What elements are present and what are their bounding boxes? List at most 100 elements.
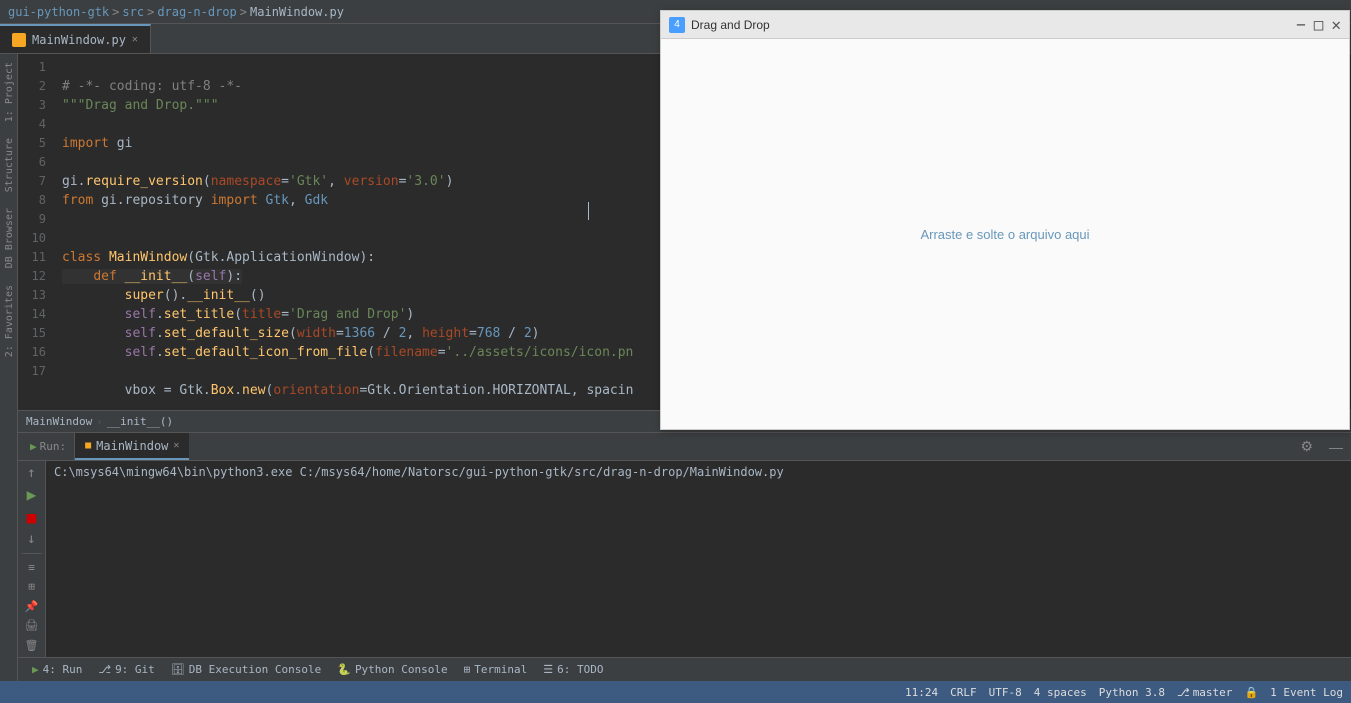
line-num-2: 2	[26, 77, 46, 96]
drag-window-title: Drag and Drop	[691, 18, 1290, 32]
status-encoding[interactable]: UTF-8	[989, 686, 1022, 699]
code-line-4: import gi	[62, 136, 132, 151]
toolbar-terminal[interactable]: ⊞ Terminal	[458, 658, 534, 681]
status-python[interactable]: Python 3.8	[1099, 686, 1165, 699]
drag-window-close[interactable]: ✕	[1331, 17, 1341, 33]
drag-drop-window: 4 Drag and Drop − □ ✕ Arraste e solte o …	[660, 10, 1350, 430]
run-label: ▶ Run:	[22, 433, 75, 460]
code-line-2: """Drag and Drop."""	[62, 98, 219, 113]
code-line-10: class MainWindow(Gtk.ApplicationWindow):	[62, 250, 375, 265]
breadcrumb-arrow: ›	[96, 415, 103, 428]
line-num-8: 8	[26, 191, 46, 210]
line-num-14: 14	[26, 305, 46, 324]
db-icon: 🗄	[171, 663, 185, 676]
lock-icon: 🔒	[1244, 686, 1258, 699]
breadcrumb-sep3: >	[240, 5, 247, 19]
sidebar-item-project[interactable]: 1: Project	[0, 54, 17, 130]
console-content: ↑ ▶ ■ ↓ ≡ ⊞ 📌 🖨 🗑 C:\msys64\mingw64\bin\…	[18, 461, 1351, 657]
branch-name: master	[1193, 686, 1233, 699]
drag-drop-area[interactable]: Arraste e solte o arquivo aqui	[661, 39, 1349, 429]
sidebar-item-structure[interactable]: Structure	[0, 130, 17, 200]
status-lock[interactable]: 🔒	[1244, 686, 1258, 699]
tab-label: MainWindow.py	[32, 33, 126, 47]
status-crlf[interactable]: CRLF	[950, 686, 977, 699]
status-branch[interactable]: ⎇ master	[1177, 686, 1232, 699]
line-num-6: 6	[26, 153, 46, 172]
line-num-4: 4	[26, 115, 46, 134]
breadcrumb-part3[interactable]: drag-n-drop	[157, 5, 236, 19]
toolbar-python[interactable]: 🐍 Python Console	[331, 658, 453, 681]
code-line-12: super().__init__()	[62, 288, 266, 303]
drag-icon-label: 4	[674, 19, 680, 30]
drag-window-controls: − □ ✕	[1296, 17, 1341, 33]
line-numbers: 1 2 3 4 5 6 7 8 9 10 11 12 13 14	[18, 54, 54, 410]
breadcrumb-part1[interactable]: gui-python-gtk	[8, 5, 109, 19]
toolbar-run[interactable]: ▶ 4: Run	[26, 658, 88, 681]
bottom-tab-actions: ⚙ —	[1296, 436, 1347, 457]
sidebar-item-db[interactable]: DB Browser	[0, 200, 17, 276]
code-line-14: self.set_default_size(width=1366 / 2, he…	[62, 326, 540, 341]
line-num-10: 10	[26, 229, 46, 248]
run-stop-btn[interactable]: ■	[22, 508, 42, 527]
terminal-icon: ⊞	[464, 663, 471, 676]
bottom-tab-mainwindow[interactable]: ■ MainWindow ✕	[75, 433, 189, 460]
breadcrumb-sep1: >	[112, 5, 119, 19]
status-right: 11:24 CRLF UTF-8 4 spaces Python 3.8 ⎇ m…	[905, 686, 1343, 699]
editor-tab-mainwindow[interactable]: MainWindow.py ✕	[0, 24, 151, 53]
run-tab-icon: ■	[85, 440, 91, 451]
python-label: Python Console	[355, 663, 448, 676]
method-breadcrumb[interactable]: __init__()	[107, 415, 173, 428]
run-tab-close[interactable]: ✕	[173, 440, 179, 451]
db-label: DB Execution Console	[189, 663, 321, 676]
breadcrumb-sep2: >	[147, 5, 154, 19]
code-line-11: def __init__(self):	[62, 269, 242, 284]
todo-label: 6: TODO	[557, 663, 603, 676]
run-text: Run:	[40, 440, 67, 453]
code-line-17: vbox = Gtk.Box.new(orientation=Gtk.Orien…	[62, 383, 633, 398]
drag-window-minimize[interactable]: −	[1296, 17, 1306, 33]
sidebar-item-favorites[interactable]: 2: Favorites	[0, 277, 17, 365]
run-up-icon[interactable]: ↑	[22, 465, 42, 481]
toolbar-todo[interactable]: ☰ 6: TODO	[537, 658, 609, 681]
bottom-panel-tabs: ▶ Run: ■ MainWindow ✕ ⚙ —	[18, 433, 1351, 461]
line-num-13: 13	[26, 286, 46, 305]
minimize-button[interactable]: —	[1325, 436, 1347, 457]
bottom-panel: ▶ Run: ■ MainWindow ✕ ⚙ —	[18, 432, 1351, 657]
toolbar-db[interactable]: 🗄 DB Execution Console	[165, 658, 327, 681]
code-line-6: gi.require_version(namespace='Gtk', vers…	[62, 174, 453, 189]
left-sidebar: 1: Project Structure DB Browser 2: Favor…	[0, 54, 18, 681]
bottom-toolbar: ▶ 4: Run ⎇ 9: Git 🗄 DB Execution Console…	[18, 657, 1351, 681]
status-indent[interactable]: 4 spaces	[1034, 686, 1087, 699]
run-wrap-icon[interactable]: ≡	[22, 560, 42, 575]
drag-window-icon: 4	[669, 17, 685, 33]
run-print-icon[interactable]: 🖨	[22, 618, 42, 633]
toolbar-git[interactable]: ⎇ 9: Git	[92, 658, 160, 681]
text-cursor	[588, 202, 589, 220]
run-sidebar: ↑ ▶ ■ ↓ ≡ ⊞ 📌 🖨 🗑	[18, 461, 46, 657]
line-num-17: 17	[26, 362, 46, 381]
branch-icon: ⎇	[1177, 686, 1190, 699]
run-filter-icon[interactable]: ⊞	[22, 579, 42, 594]
git-icon: ⎇	[98, 663, 111, 676]
line-num-7: 7	[26, 172, 46, 191]
class-breadcrumb[interactable]: MainWindow	[26, 415, 92, 428]
drag-window-maximize[interactable]: □	[1314, 17, 1324, 33]
git-label: 9: Git	[115, 663, 155, 676]
run-down-icon[interactable]: ↓	[22, 531, 42, 547]
run-tab-label: MainWindow	[96, 439, 168, 453]
python-file-icon	[12, 33, 26, 47]
run-play-btn[interactable]: ▶	[22, 485, 42, 504]
status-time: 11:24	[905, 686, 938, 699]
run-separator	[22, 553, 42, 554]
breadcrumb-part2[interactable]: src	[122, 5, 144, 19]
settings-button[interactable]: ⚙	[1296, 436, 1317, 457]
run-pin-icon[interactable]: 📌	[22, 599, 42, 614]
status-event-log[interactable]: 1 Event Log	[1270, 686, 1343, 699]
console-output: C:\msys64\mingw64\bin\python3.exe C:/msy…	[46, 461, 1351, 657]
console-command-line: C:\msys64\mingw64\bin\python3.exe C:/msy…	[54, 465, 1343, 479]
tab-close-button[interactable]: ✕	[132, 34, 138, 45]
line-num-5: 5	[26, 134, 46, 153]
code-line-7: from gi.repository import Gtk, Gdk	[62, 193, 328, 208]
run-trash-icon[interactable]: 🗑	[22, 638, 42, 653]
drop-label: Arraste e solte o arquivo aqui	[920, 227, 1089, 242]
